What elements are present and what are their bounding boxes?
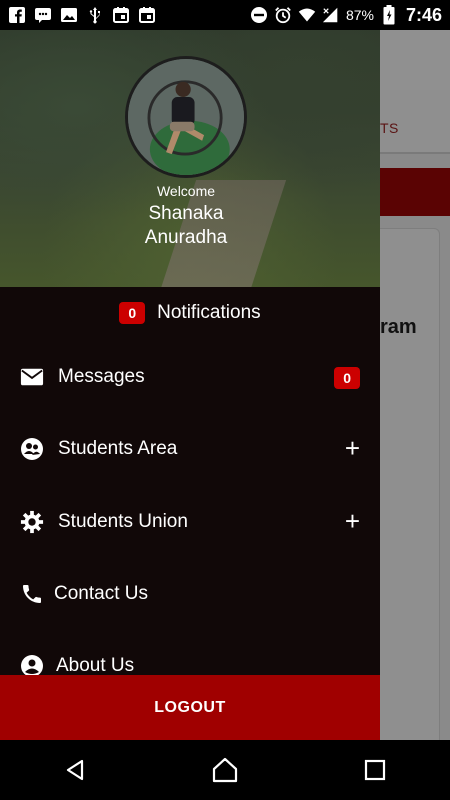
system-navigation-bar	[0, 740, 450, 800]
alarm-icon	[274, 6, 292, 24]
screen: 87% 7:46 TS ram Welcome Shanaka Anuradha…	[0, 0, 450, 800]
clock: 7:46	[405, 4, 442, 25]
students-area-icon	[20, 437, 44, 461]
expand-plus-icon[interactable]: +	[345, 435, 360, 461]
expand-plus-icon[interactable]: +	[345, 508, 360, 534]
menu-item-students-union[interactable]: Students Union +	[0, 502, 380, 542]
usb-icon	[86, 6, 104, 24]
back-icon[interactable]	[55, 750, 95, 790]
logout-button[interactable]: LOGOUT	[0, 675, 380, 740]
background-card-title: ram	[380, 316, 417, 338]
calendar-icon	[112, 6, 130, 24]
drawer-header: Welcome Shanaka Anuradha	[0, 30, 380, 287]
signal-icon	[322, 6, 340, 24]
menu-item-label: Contact Us	[54, 583, 148, 604]
calendar-icon	[138, 6, 156, 24]
welcome-text: Welcome	[156, 183, 216, 199]
wifi-icon	[298, 6, 316, 24]
user-name-line: Shanaka Anuradha	[144, 203, 228, 248]
navigation-drawer: Welcome Shanaka Anuradha 0 Notifications…	[0, 30, 380, 740]
facebook-icon	[8, 6, 26, 24]
menu-item-label: About Us	[56, 655, 135, 676]
messages-count-badge: 0	[334, 367, 360, 389]
gear-icon	[20, 510, 44, 534]
battery-icon	[380, 5, 398, 25]
system-icons: 87% 7:46	[250, 5, 442, 26]
menu-item-label: Students Area	[58, 438, 178, 459]
menu-item-messages[interactable]: Messages 0	[0, 357, 380, 397]
home-icon[interactable]	[205, 750, 245, 790]
background-tab-label: TS	[380, 120, 399, 136]
menu-item-label: Students Union	[58, 511, 188, 532]
image-icon	[60, 6, 78, 24]
profile-photo	[128, 59, 244, 175]
messenger-icon	[34, 6, 52, 24]
menu-item-label: Messages	[58, 366, 145, 387]
avatar[interactable]	[125, 56, 247, 178]
notifications-label: Notifications	[157, 302, 261, 323]
status-bar: 87% 7:46	[0, 0, 450, 30]
menu-item-contact-us[interactable]: Contact Us	[0, 574, 380, 614]
mail-icon	[20, 365, 44, 389]
menu-item-students-area[interactable]: Students Area +	[0, 429, 380, 469]
notification-icons	[8, 6, 156, 24]
recent-apps-icon[interactable]	[355, 750, 395, 790]
user-name: Shanaka Anuradha	[0, 202, 372, 250]
battery-percent: 87%	[345, 7, 374, 23]
phone-icon	[20, 582, 44, 606]
notifications-row[interactable]: 0 Notifications	[0, 300, 380, 326]
notifications-count-badge: 0	[119, 302, 146, 324]
do-not-disturb-icon	[250, 6, 268, 24]
